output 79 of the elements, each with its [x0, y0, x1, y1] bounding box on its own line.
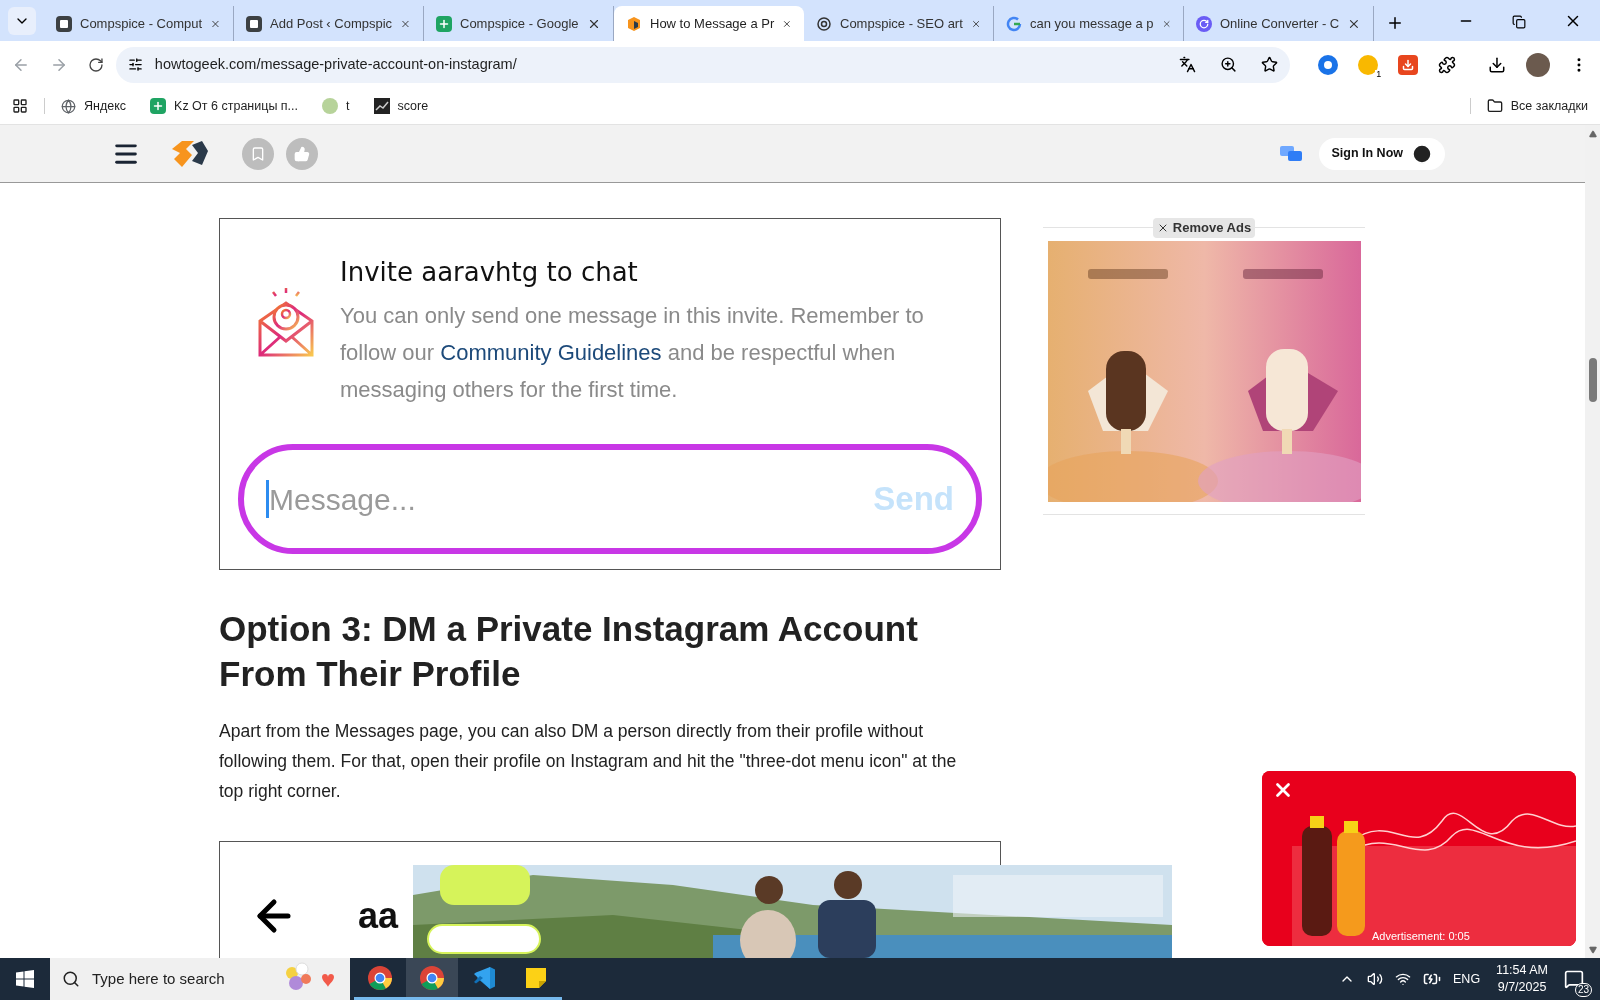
taskbar-search-field[interactable]: Type here to search: [50, 958, 350, 1000]
bookmark-label: score: [397, 97, 429, 115]
scroll-up-icon[interactable]: [1588, 130, 1597, 138]
reload-icon[interactable]: [87, 56, 104, 73]
all-bookmarks-label: Все закладки: [1510, 97, 1588, 115]
tab-search-button[interactable]: [8, 7, 36, 35]
spreadsheet-icon: [150, 98, 167, 114]
chat-bubbles-icon[interactable]: [1279, 143, 1304, 164]
ad-timer-label: Advertisement: 0:05: [1372, 928, 1470, 944]
bookmark-item[interactable]: score: [373, 96, 429, 116]
envelope-person-icon: [256, 287, 316, 359]
sign-in-button[interactable]: Sign In Now: [1319, 137, 1445, 170]
search-icon: [62, 970, 80, 988]
g-letter-logo-icon: [1006, 15, 1022, 32]
scrollbar[interactable]: [1585, 125, 1600, 958]
all-bookmarks-button[interactable]: Все закладки: [1486, 96, 1588, 116]
url-text: howtogeek.com/message-private-account-on-instagram/: [154, 54, 518, 74]
bookmark-item[interactable]: Kz От 6 страницы п...: [150, 96, 299, 116]
time-text: 11:54 AM: [1496, 962, 1548, 979]
invite-text: You can only send one message in this invite. Remember to follow our Community Guidelines and be respectful when messaging others for the first time.: [340, 302, 925, 404]
bookmark-star-icon[interactable]: [1261, 56, 1279, 73]
scrollbar-thumb[interactable]: [1588, 358, 1597, 402]
bookmark-label: Яндекс: [84, 97, 127, 115]
bookmark-label: t: [346, 97, 350, 115]
download-icon[interactable]: [1488, 55, 1507, 74]
username-text: aa: [358, 894, 399, 938]
language-indicator[interactable]: ENG: [1453, 969, 1481, 989]
address-bar[interactable]: howtogeek.com/message-private-account-on-instagram/: [115, 46, 1291, 83]
taskbar-app-button[interactable]: [406, 958, 458, 1000]
tab-title: How to Message a Pr: [650, 14, 775, 33]
chrome-icon: [419, 964, 445, 991]
tab-title: Compspice - Comput: [80, 14, 203, 33]
site-settings-icon[interactable]: [127, 57, 143, 72]
new-tab-icon[interactable]: [1386, 14, 1404, 32]
extension-icon[interactable]: [1318, 54, 1339, 75]
tab-title: Online Converter - C: [1220, 14, 1340, 33]
guidelines-link[interactable]: Community Guidelines: [440, 340, 662, 365]
tab-title: can you message a p: [1030, 14, 1154, 33]
extensions-icon[interactable]: [1438, 55, 1457, 74]
flower-knot-icon: [816, 15, 832, 32]
extension-badge: 1: [1375, 69, 1383, 79]
invite-title: Invite aaravhtg to chat: [340, 256, 639, 289]
bookmark-label: Kz От 6 страницы п...: [174, 97, 299, 115]
article-paragraph: Apart from the Messages page, you can also DM a person directly from their profile without following them. For that, open their profile on Instagram and hit the "three-dot menu icon" at the top right corner.: [219, 720, 958, 803]
speaker-icon[interactable]: [1367, 971, 1383, 987]
clock[interactable]: 11:54 AM 9/7/2025: [1496, 962, 1548, 996]
notification-count: 23: [1574, 983, 1592, 997]
tab-title: Add Post ‹ Compspic: [270, 14, 393, 33]
date-text: 9/7/2025: [1497, 979, 1547, 996]
browser-tab[interactable]: How to Message a Pr: [614, 6, 804, 41]
wifi-icon[interactable]: [1395, 971, 1411, 987]
logo-icon: [626, 15, 642, 32]
section-heading: Option 3: DM a Private Instagram Account From Their Profile: [219, 608, 919, 695]
folder-icon: [1486, 98, 1503, 114]
globe-icon: [61, 98, 76, 114]
scroll-down-icon[interactable]: [1588, 946, 1597, 954]
zoom-icon[interactable]: [1220, 56, 1238, 73]
sticky-note-icon: [524, 965, 548, 990]
translate-icon[interactable]: [1179, 56, 1197, 73]
bookmark-item[interactable]: Яндекс: [61, 96, 127, 116]
tab-title: Compspice - Google: [460, 14, 579, 33]
search-placeholder: Type here to search: [92, 968, 226, 989]
bookmark-item[interactable]: t: [322, 96, 350, 116]
restore-icon[interactable]: [1512, 15, 1526, 29]
thumbs-up-icon[interactable]: [286, 137, 318, 170]
windows-logo-icon: [16, 970, 34, 988]
spreadsheet-icon: [436, 15, 452, 32]
converter-icon: [1196, 15, 1212, 32]
download-extension-icon[interactable]: [1398, 54, 1419, 75]
chrome-icon: [367, 964, 393, 991]
message-placeholder: Message...: [269, 481, 417, 518]
chart-icon: [373, 98, 390, 114]
apps-icon[interactable]: [12, 98, 28, 114]
document-icon: [56, 15, 72, 32]
profile-avatar[interactable]: [1526, 52, 1551, 77]
tab-title: Compspice - SEO art: [840, 14, 963, 33]
remove-ads-button[interactable]: Remove Ads: [1152, 218, 1256, 238]
document-icon: [246, 15, 262, 32]
user-avatar-icon: [1411, 142, 1433, 165]
